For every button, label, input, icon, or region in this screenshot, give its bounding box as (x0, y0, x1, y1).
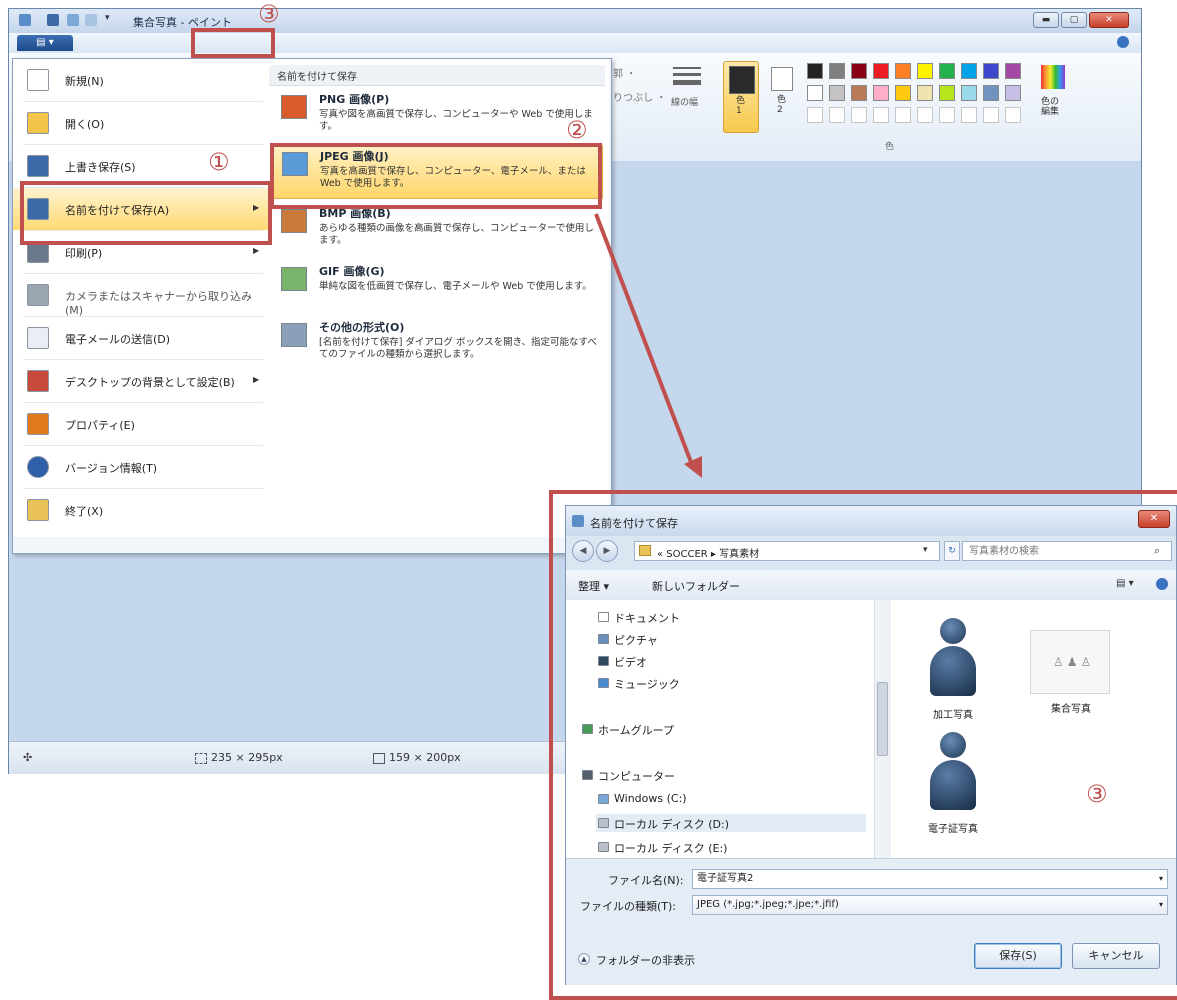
step3-marker-top: ③ (258, 0, 280, 28)
arrow-line (594, 213, 696, 471)
step3-marker-dialog: ③ (1086, 780, 1108, 808)
step2-marker: ② (566, 116, 588, 144)
arrow-head (684, 456, 702, 478)
highlight-box-title (191, 28, 275, 58)
highlight-box-dialog (549, 490, 1177, 1000)
highlight-box-jpeg (270, 143, 602, 209)
highlight-box-save-as (20, 181, 272, 245)
step1-marker: ① (208, 148, 230, 176)
